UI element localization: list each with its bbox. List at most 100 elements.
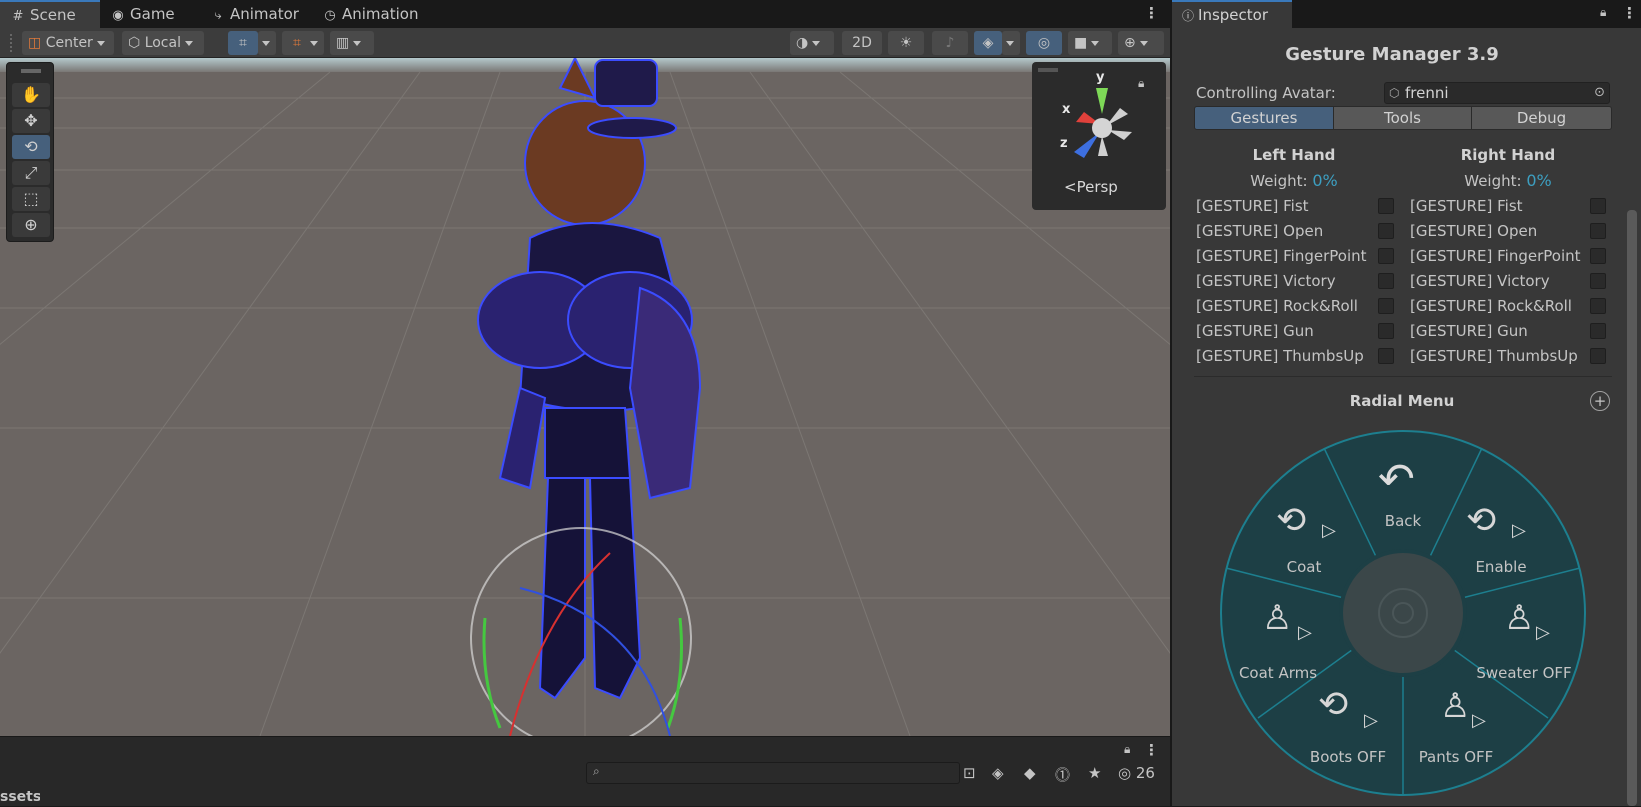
lock-icon[interactable]: 🔒︎ [1124, 742, 1130, 757]
submenu-play-icon: ▷ [1472, 710, 1486, 731]
palette-grip-icon [21, 69, 41, 73]
gesture-checkbox[interactable] [1590, 248, 1606, 264]
radial-item-coat-arms[interactable]: Coat Arms [1218, 664, 1338, 682]
gizmos-dropdown[interactable]: ⊕ [1118, 31, 1164, 55]
axis-x-label: x [1062, 102, 1071, 117]
rect-tool-button[interactable]: ⬚ [12, 187, 50, 211]
gamepad-icon: ◉ [112, 8, 124, 23]
visibility-count[interactable]: ◎ 26 [1118, 764, 1155, 782]
gesture-checkbox[interactable] [1378, 273, 1394, 289]
tab-animation[interactable]: ◷ Animation [312, 0, 432, 28]
audio-toggle[interactable]: ♪ [932, 31, 968, 55]
toggle-person-icon: ⟲ [1318, 684, 1349, 725]
favorites-icon[interactable]: ★ [1088, 764, 1101, 782]
gesture-checkbox[interactable] [1378, 248, 1394, 264]
object-picker-icon[interactable]: ⊙ [1594, 83, 1605, 103]
transform-tool-button[interactable]: ⊕ [12, 213, 50, 237]
lighting-toggle[interactable]: ☀ [888, 31, 924, 55]
eye-slash-icon: ◎ [1037, 35, 1051, 51]
scale-tool-button[interactable]: ⤢ [12, 161, 50, 185]
gesture-label: [GESTURE] FingerPoint [1410, 247, 1581, 265]
gesture-checkbox[interactable] [1590, 348, 1606, 364]
gesture-checkbox[interactable] [1590, 323, 1606, 339]
rect-transform-icon: ⬚ [23, 189, 39, 208]
tab-inspector[interactable]: ⓘ Inspector [1172, 0, 1292, 28]
gesture-label: [GESTURE] Victory [1196, 272, 1336, 290]
controlling-avatar-field[interactable]: ⬡ frenni ⊙ [1384, 82, 1610, 104]
label-filter-icon[interactable]: ◆ [1024, 764, 1036, 782]
tab-gestures[interactable]: Gestures [1194, 106, 1334, 130]
scene-toolbar: ◫ Center ⬡ Local ⌗ ⌗ ▥ ◑ 2D ☀ ♪ ◈ ◎ ■ ⊕ [0, 28, 1170, 58]
inspector-scrollbar[interactable] [1627, 210, 1637, 806]
hand-tool-button[interactable]: ✋ [12, 83, 50, 107]
scene-more-menu-icon[interactable]: ⋮ [1144, 4, 1159, 24]
axis-z-label: z [1060, 136, 1068, 151]
gizmo-grip-icon [1038, 68, 1058, 72]
gesture-label: [GESTURE] Victory [1410, 272, 1550, 290]
inspector-tabstrip [1292, 0, 1641, 28]
gesture-label: [GESTURE] ThumbsUp [1196, 347, 1364, 365]
shading-mode-dropdown[interactable]: ◑ [790, 31, 834, 55]
persp-toggle[interactable]: <Persp [1064, 178, 1118, 196]
rotate-tool-button[interactable]: ⟲ [12, 135, 50, 159]
radial-item-enable[interactable]: Enable [1441, 558, 1561, 576]
pivot-icon: ◫ [28, 35, 42, 51]
gesture-checkbox[interactable] [1378, 198, 1394, 214]
gesture-checkbox[interactable] [1590, 298, 1606, 314]
tab-tools[interactable]: Tools [1333, 106, 1472, 130]
chevron-down-icon [262, 40, 270, 46]
project-more-menu-icon[interactable]: ⋮ [1144, 741, 1159, 759]
tools-palette: ✋ ✥ ⟲ ⤢ ⬚ ⊕ [6, 62, 54, 242]
divider [1194, 376, 1612, 377]
radial-item-back[interactable]: Back [1343, 512, 1463, 530]
effects-dropdown[interactable] [1002, 31, 1020, 55]
radial-menu[interactable]: ↶ ⟲ ▷ ⟲ ▷ ♙ ▷ ♙ ▷ ⟲ ▷ ♙ ▷ Back Enable Sw… [1218, 428, 1588, 798]
search-by-type-icon[interactable]: ⊡ [963, 764, 976, 782]
radial-item-boots-off[interactable]: Boots OFF [1288, 748, 1408, 766]
error-filter-icon[interactable]: ⓵ [1055, 764, 1070, 785]
gesture-checkbox[interactable] [1378, 323, 1394, 339]
effects-toggle[interactable]: ◈ [974, 31, 1002, 55]
person-icon: ♙ [1504, 598, 1535, 638]
tab-game[interactable]: ◉ Game [100, 0, 200, 28]
gesture-checkbox[interactable] [1378, 223, 1394, 239]
tab-debug[interactable]: Debug [1471, 106, 1612, 130]
move-tool-button[interactable]: ✥ [12, 109, 50, 133]
space-dropdown[interactable]: ⬡ Local [122, 31, 204, 55]
2d-toggle[interactable]: 2D [842, 31, 882, 55]
grid-snap-dropdown[interactable] [258, 31, 276, 55]
tab-animator[interactable]: ⤷ Animator [200, 0, 310, 28]
transform-icon: ⊕ [24, 215, 38, 234]
chevron-down-icon [812, 40, 821, 46]
gesture-label: [GESTURE] Fist [1410, 197, 1523, 215]
lock-icon[interactable]: 🔒︎ [1600, 5, 1606, 20]
pivot-dropdown[interactable]: ◫ Center [22, 31, 114, 55]
scene-visibility-toggle[interactable]: ◎ [1026, 31, 1062, 55]
inspector-more-menu-icon[interactable]: ⋮ [1622, 4, 1637, 22]
orientation-gizmo[interactable]: 🔒︎ y x z <Persp [1032, 62, 1166, 210]
chevron-down-icon [310, 40, 318, 46]
gesture-checkbox[interactable] [1378, 348, 1394, 364]
radial-item-sweater-off[interactable]: Sweater OFF [1464, 664, 1584, 682]
scene-viewport[interactable] [0, 58, 1170, 736]
chevron-down-icon [353, 40, 362, 46]
light-icon: ☀ [899, 35, 913, 51]
radial-item-pants-off[interactable]: Pants OFF [1396, 748, 1516, 766]
grid-snap-button[interactable]: ⌗ [228, 31, 258, 55]
gesture-checkbox[interactable] [1590, 198, 1606, 214]
filter-type-icon[interactable]: ◈ [992, 764, 1004, 782]
page-title: Gesture Manager 3.9 [1285, 44, 1499, 65]
camera-dropdown[interactable]: ■ [1068, 31, 1112, 55]
chevron-down-icon [1091, 40, 1100, 46]
add-radial-button[interactable]: + [1590, 391, 1610, 411]
increment-snap-dropdown[interactable] [306, 31, 324, 55]
tab-scene[interactable]: # Scene [0, 0, 100, 28]
perspective-icon: < [1064, 178, 1077, 196]
scene-panel: # Scene ◉ Game ⤷ Animator ◷ Animation ⋮ ◫ Ce… [0, 0, 1170, 806]
gesture-checkbox[interactable] [1378, 298, 1394, 314]
project-search-input[interactable]: ⌕ [586, 762, 960, 784]
ruler-button[interactable]: ▥ [330, 31, 374, 55]
gesture-checkbox[interactable] [1590, 273, 1606, 289]
radial-item-coat[interactable]: Coat [1244, 558, 1364, 576]
gesture-checkbox[interactable] [1590, 223, 1606, 239]
